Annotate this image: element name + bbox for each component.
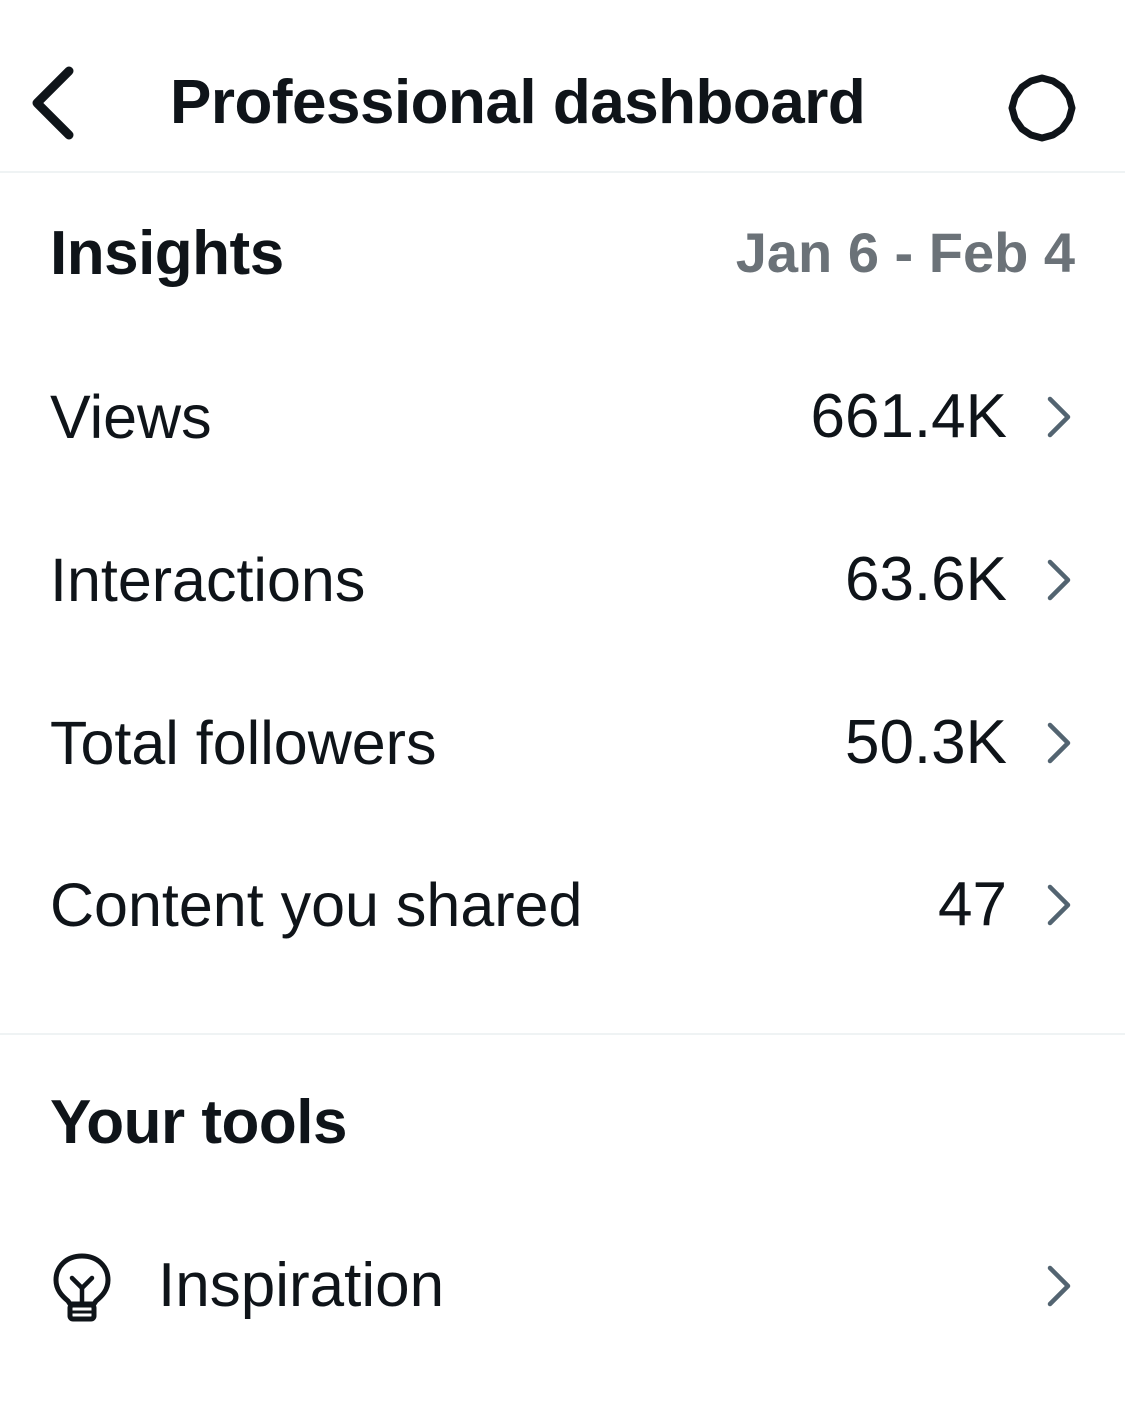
insights-heading: Insights (50, 219, 284, 288)
metric-label: Views (50, 383, 212, 451)
metric-value: 63.6K (844, 545, 1007, 614)
metric-value: 47 (938, 870, 1007, 939)
metric-label: Total followers (50, 709, 437, 777)
lightbulb-icon (53, 1253, 111, 1322)
metric-row-total-followers[interactable]: Total followers 50.3K (0, 683, 1125, 803)
chevron-right-icon (1047, 396, 1071, 438)
metric-label: Interactions (50, 546, 366, 614)
chevron-right-icon (1047, 722, 1071, 764)
chevron-right-icon (1047, 884, 1071, 926)
tool-label: Inspiration (158, 1251, 445, 1320)
chevron-right-icon (1047, 559, 1071, 601)
metric-row-interactions[interactable]: Interactions 63.6K (0, 520, 1125, 640)
metric-row-views[interactable]: Views 661.4K (0, 357, 1125, 477)
tools-heading: Your tools (50, 1088, 347, 1157)
metric-value: 661.4K (810, 382, 1007, 451)
gear-icon (1008, 74, 1076, 142)
chevron-right-icon (1047, 1265, 1071, 1307)
metric-label: Content you shared (50, 871, 583, 939)
metric-value: 50.3K (844, 708, 1007, 777)
back-button[interactable] (18, 60, 88, 146)
tool-row-inspiration[interactable]: Inspiration (0, 1226, 1125, 1346)
date-range[interactable]: Jan 6 - Feb 4 (736, 218, 1075, 288)
metric-row-content-shared[interactable]: Content you shared 47 (0, 845, 1125, 965)
page-title: Professional dashboard (170, 68, 866, 137)
section-divider (0, 1033, 1125, 1035)
settings-button[interactable] (1000, 66, 1084, 150)
chevron-left-icon (32, 66, 74, 140)
top-bar: Professional dashboard (0, 0, 1125, 173)
